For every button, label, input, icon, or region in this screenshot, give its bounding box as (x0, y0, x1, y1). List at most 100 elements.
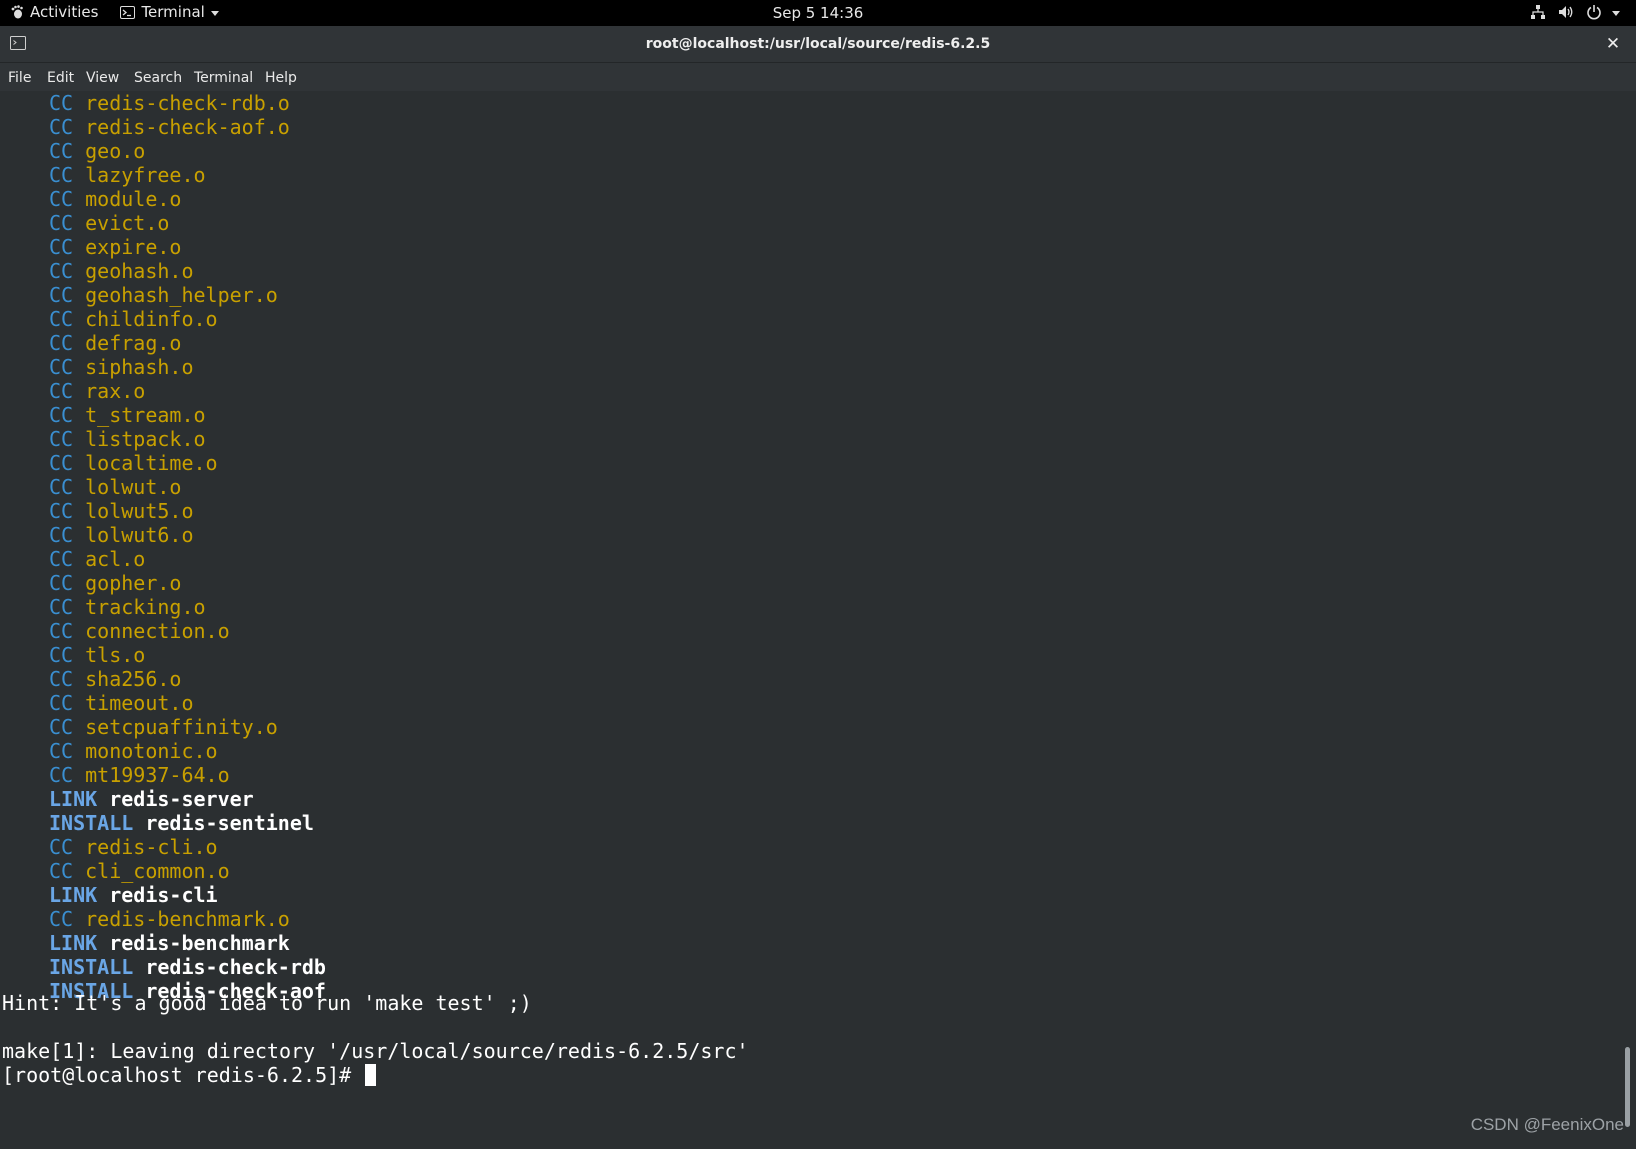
build-step-kind: CC (49, 235, 74, 259)
clock[interactable]: Sep 5 14:36 (773, 4, 864, 22)
menu-view[interactable]: View (86, 70, 119, 86)
build-line: CC rax.o (2, 379, 145, 403)
build-step-target: redis-benchmark (109, 931, 290, 955)
menu-file[interactable]: File (8, 70, 31, 86)
build-step-kind: CC (49, 283, 74, 307)
build-step-target: localtime.o (85, 451, 218, 475)
build-line: CC gopher.o (2, 571, 181, 595)
build-step-target: lolwut5.o (85, 499, 194, 523)
build-step-kind: LINK (49, 883, 98, 907)
build-line: CC tls.o (2, 643, 145, 667)
build-step-kind: CC (49, 547, 74, 571)
watermark: CSDN @FeenixOne (1470, 1115, 1624, 1134)
build-line: CC expire.o (2, 235, 181, 259)
terminal-app-icon (120, 5, 136, 19)
build-step-kind: CC (49, 523, 74, 547)
build-line: CC geo.o (2, 139, 145, 163)
system-status-menu[interactable] (1518, 4, 1620, 20)
build-line: CC lolwut5.o (2, 499, 194, 523)
leaving-directory-line: make[1]: Leaving directory '/usr/local/s… (2, 1039, 749, 1063)
build-line: CC acl.o (2, 547, 145, 571)
build-step-target: lolwut6.o (85, 523, 194, 547)
build-step-target: geohash_helper.o (85, 283, 278, 307)
build-line: INSTALL redis-check-rdb (2, 955, 326, 979)
build-step-target: siphash.o (85, 355, 194, 379)
chevron-down-icon (210, 10, 219, 16)
build-line: LINK redis-cli (2, 883, 218, 907)
build-line: CC connection.o (2, 619, 230, 643)
activities-button[interactable]: Activities (10, 3, 98, 21)
shell-prompt: [root@localhost redis-6.2.5]# (2, 1063, 364, 1087)
build-line: CC defrag.o (2, 331, 181, 355)
build-step-kind: INSTALL (49, 811, 134, 835)
build-step-target: setcpuaffinity.o (85, 715, 278, 739)
build-step-target: expire.o (85, 235, 182, 259)
build-step-target: timeout.o (85, 691, 194, 715)
build-step-target: gopher.o (85, 571, 182, 595)
build-step-kind: CC (49, 763, 74, 787)
build-line: CC setcpuaffinity.o (2, 715, 278, 739)
build-line: CC redis-check-aof.o (2, 115, 290, 139)
build-step-target: redis-sentinel (145, 811, 314, 835)
build-line: CC evict.o (2, 211, 169, 235)
build-step-kind: CC (49, 163, 74, 187)
build-step-kind: INSTALL (49, 955, 134, 979)
build-line: CC childinfo.o (2, 307, 218, 331)
build-step-kind: CC (49, 91, 74, 115)
build-step-kind: CC (49, 571, 74, 595)
menu-terminal[interactable]: Terminal (194, 70, 253, 86)
build-step-kind: CC (49, 379, 74, 403)
build-step-target: lazyfree.o (85, 163, 206, 187)
build-line: CC redis-check-rdb.o (2, 91, 290, 115)
build-step-kind: CC (49, 211, 74, 235)
build-step-target: connection.o (85, 619, 230, 643)
volume-icon (1559, 6, 1573, 18)
build-step-target: redis-benchmark.o (85, 907, 290, 931)
build-line: CC siphash.o (2, 355, 194, 379)
build-step-target: tls.o (85, 643, 146, 667)
build-step-kind: CC (49, 427, 74, 451)
build-step-target: rax.o (85, 379, 146, 403)
build-step-kind: CC (49, 499, 74, 523)
app-menu-terminal[interactable]: Terminal (120, 3, 219, 21)
build-line: CC monotonic.o (2, 739, 218, 763)
build-step-target: redis-check-aof.o (85, 115, 290, 139)
app-menu-label: Terminal (141, 3, 205, 21)
terminal-scrollbar[interactable] (1625, 1047, 1630, 1127)
menu-edit[interactable]: Edit (47, 70, 74, 86)
build-step-kind: CC (49, 739, 74, 763)
build-line: CC geohash.o (2, 259, 194, 283)
build-step-target: childinfo.o (85, 307, 218, 331)
build-line: CC mt19937-64.o (2, 763, 230, 787)
power-icon (1587, 5, 1601, 20)
chevron-down-icon (1612, 10, 1620, 16)
build-line: CC localtime.o (2, 451, 218, 475)
build-step-kind: LINK (49, 787, 98, 811)
terminal-output[interactable]: CC redis-check-rdb.o CC redis-check-aof.o… (0, 91, 1624, 1149)
build-step-target: mt19937-64.o (85, 763, 230, 787)
build-line: CC geohash_helper.o (2, 283, 278, 307)
build-step-target: redis-check-rdb.o (85, 91, 290, 115)
build-step-target: module.o (85, 187, 182, 211)
close-icon[interactable]: ✕ (1602, 33, 1624, 55)
build-line: CC cli_common.o (2, 859, 230, 883)
window-title-bar[interactable]: root@localhost:/usr/local/source/redis-6… (0, 26, 1636, 63)
menu-help[interactable]: Help (265, 70, 297, 86)
build-line: CC listpack.o (2, 427, 206, 451)
build-step-target: acl.o (85, 547, 146, 571)
build-line: CC tracking.o (2, 595, 206, 619)
build-line: CC lazyfree.o (2, 163, 206, 187)
menu-bar: File Edit View Search Terminal Help (0, 63, 1636, 91)
build-step-kind: LINK (49, 931, 98, 955)
build-line: CC redis-benchmark.o (2, 907, 290, 931)
build-step-target: redis-cli (109, 883, 218, 907)
menu-search[interactable]: Search (134, 70, 182, 86)
build-step-target: evict.o (85, 211, 170, 235)
build-step-target: redis-check-rdb (145, 955, 326, 979)
build-step-target: geohash.o (85, 259, 194, 283)
activities-label: Activities (30, 3, 99, 21)
build-step-kind: CC (49, 187, 74, 211)
build-line: CC sha256.o (2, 667, 181, 691)
prompt-line[interactable]: [root@localhost redis-6.2.5]# (2, 1063, 377, 1087)
build-step-target: sha256.o (85, 667, 182, 691)
